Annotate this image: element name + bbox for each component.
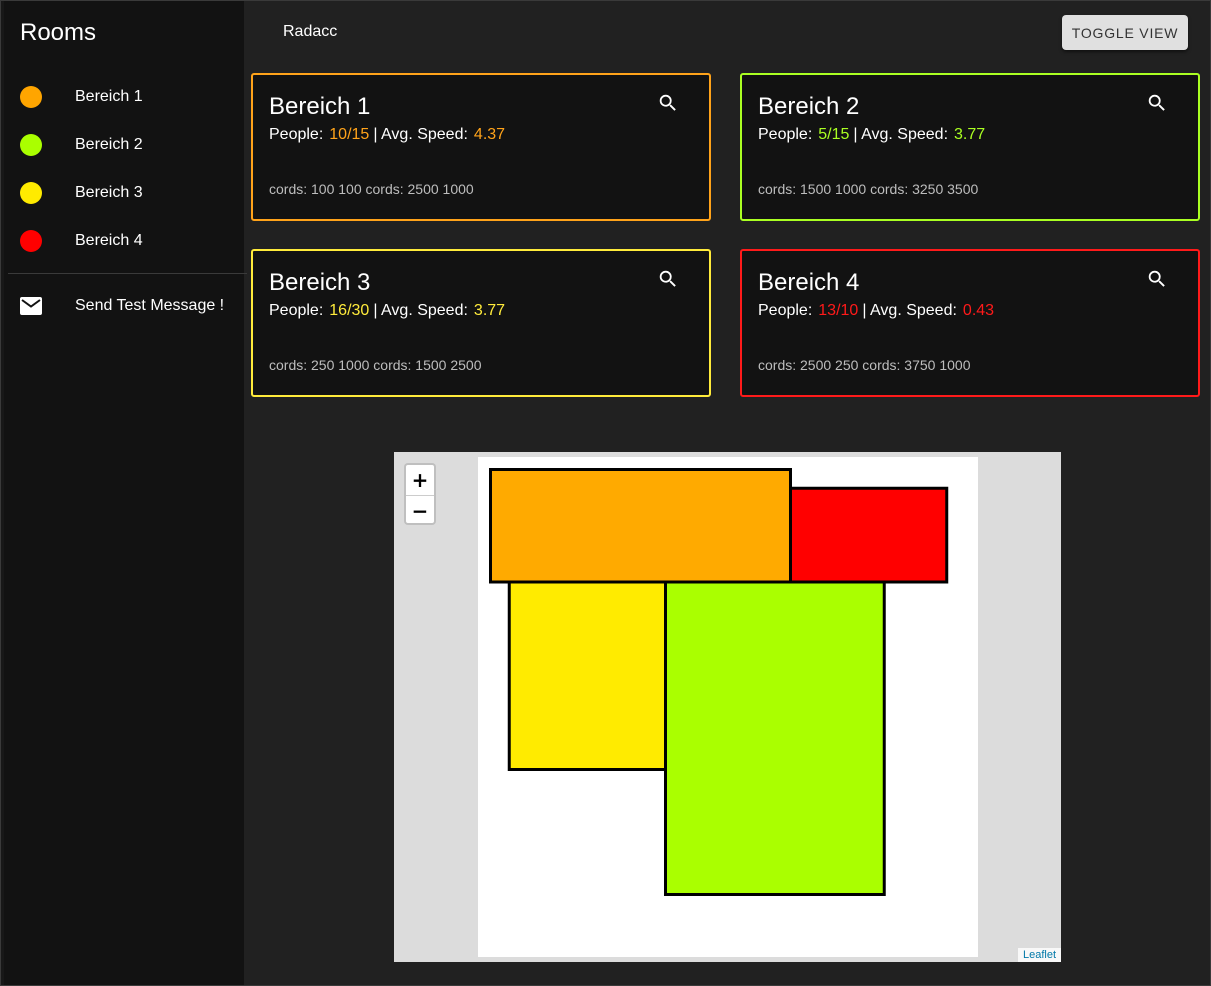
map-canvas	[478, 457, 978, 957]
stats-separator: |	[862, 302, 867, 319]
card-stats: People: 13/10 | Avg. Speed: 0.43	[758, 302, 998, 320]
sidebar-item-label: Bereich 2	[75, 136, 143, 153]
sidebar-item-bereich-1[interactable]: Bereich 1	[4, 73, 244, 121]
zoom-out-button[interactable]: −	[406, 496, 434, 523]
people-value: 13/10	[818, 302, 859, 319]
room-color-dot	[20, 230, 42, 252]
speed-value: 3.77	[473, 302, 506, 319]
speed-value: 4.37	[473, 126, 506, 143]
speed-label: Avg. Speed:	[870, 302, 957, 319]
map-room-bereich-4[interactable]	[789, 486, 949, 584]
speed-value: 3.77	[954, 126, 986, 143]
floor-map[interactable]: + − Leaflet	[394, 452, 1061, 962]
people-label: People:	[269, 302, 324, 319]
card-cords: cords: 2500 250 cords: 3750 1000	[758, 357, 971, 373]
sidebar: Rooms Bereich 1 Bereich 2 Bereich 3 Bere…	[4, 1, 247, 986]
speed-label: Avg. Speed:	[381, 126, 468, 143]
search-icon[interactable]	[657, 268, 679, 290]
card-stats: People: 5/15 | Avg. Speed: 3.77	[758, 126, 989, 144]
sidebar-item-label: Bereich 3	[75, 184, 143, 201]
search-icon[interactable]	[1146, 92, 1168, 114]
speed-label: Avg. Speed:	[861, 126, 949, 143]
sidebar-item-label: Bereich 4	[75, 232, 143, 249]
map-room-bereich-2[interactable]	[664, 580, 886, 896]
card-cords: cords: 250 1000 cords: 1500 2500	[269, 357, 482, 373]
card-stats: People: 10/15 | Avg. Speed: 4.37	[269, 126, 509, 144]
sidebar-item-bereich-4[interactable]: Bereich 4	[4, 217, 244, 265]
zoom-in-button[interactable]: +	[406, 465, 434, 496]
search-icon[interactable]	[657, 92, 679, 114]
card-stats: People: 16/30 | Avg. Speed: 3.77	[269, 302, 509, 320]
card-cords: cords: 1500 1000 cords: 3250 3500	[758, 181, 979, 197]
people-label: People:	[758, 126, 813, 143]
stats-separator: |	[373, 302, 378, 319]
send-test-message-label: Send Test Message !	[75, 297, 225, 314]
app-title: Radacc	[283, 23, 338, 40]
people-label: People:	[758, 302, 813, 319]
map-attribution-link[interactable]: Leaflet	[1017, 948, 1061, 962]
mail-icon	[20, 297, 42, 315]
room-card-bereich-3: Bereich 3 People: 16/30 | Avg. Speed: 3.77 …	[251, 249, 711, 397]
sidebar-item-bereich-2[interactable]: Bereich 2	[4, 121, 244, 169]
toggle-view-button[interactable]: TOGGLE VIEW	[1062, 15, 1188, 50]
speed-label: Avg. Speed:	[381, 302, 468, 319]
room-card-bereich-4: Bereich 4 People: 13/10 | Avg. Speed: 0.43 …	[740, 249, 1200, 397]
room-card-bereich-1: Bereich 1 People: 10/15 | Avg. Speed: 4.37 …	[251, 73, 711, 221]
card-title: Bereich 4	[758, 269, 860, 296]
search-icon[interactable]	[1146, 268, 1168, 290]
card-title: Bereich 3	[269, 269, 371, 296]
sidebar-item-bereich-3[interactable]: Bereich 3	[4, 169, 244, 217]
card-title: Bereich 2	[758, 93, 860, 120]
map-room-bereich-1[interactable]	[489, 468, 792, 584]
people-value: 10/15	[329, 126, 370, 143]
speed-value: 0.43	[962, 302, 995, 319]
room-color-dot	[20, 134, 42, 156]
zoom-control: + −	[404, 463, 436, 525]
send-test-message-button[interactable]: Send Test Message !	[4, 282, 244, 330]
card-cords: cords: 100 100 cords: 2500 1000	[269, 181, 474, 197]
stats-separator: |	[853, 126, 858, 143]
room-color-dot	[20, 182, 42, 204]
card-title: Bereich 1	[269, 93, 371, 120]
map-room-bereich-3[interactable]	[507, 580, 667, 771]
sidebar-divider	[8, 273, 247, 274]
sidebar-item-label: Bereich 1	[75, 88, 143, 105]
room-layout	[489, 468, 949, 896]
people-value: 5/15	[818, 126, 850, 143]
room-card-bereich-2: Bereich 2 People: 5/15 | Avg. Speed: 3.77 c…	[740, 73, 1200, 221]
people-value: 16/30	[329, 302, 370, 319]
sidebar-title: Rooms	[20, 19, 97, 46]
stats-separator: |	[373, 126, 378, 143]
people-label: People:	[269, 126, 324, 143]
room-color-dot	[20, 86, 42, 108]
